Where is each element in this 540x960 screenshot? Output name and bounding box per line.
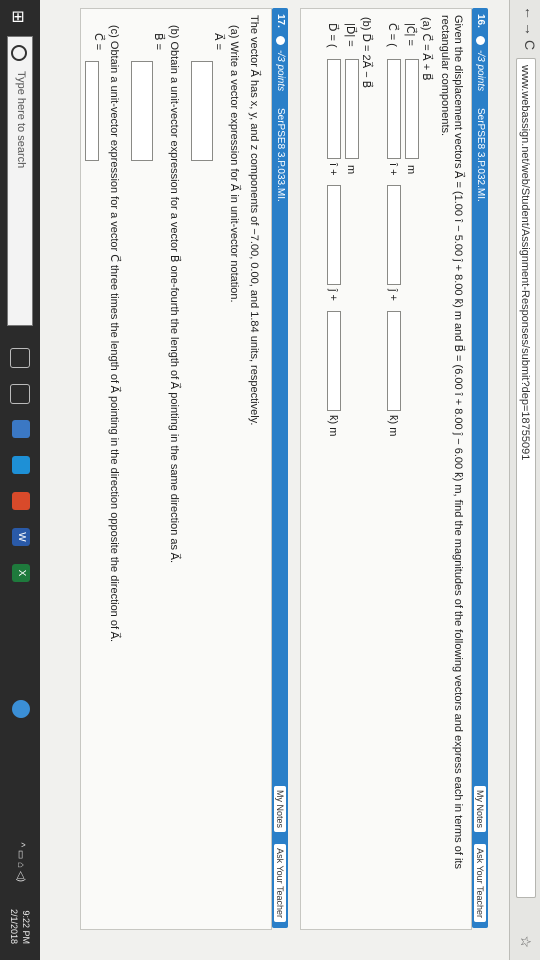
status-dot-icon	[276, 36, 285, 45]
c-k-input[interactable]	[387, 311, 401, 411]
k-m-label: k̂) m	[327, 415, 339, 437]
search-placeholder: Type here to search	[15, 71, 27, 169]
question-text: Given the displacement vectors A⃗ = (1.0…	[452, 15, 464, 869]
d-magnitude-input[interactable]	[345, 59, 359, 159]
clock-date: 2/1/2018	[9, 908, 19, 944]
taskbar-search[interactable]: Type here to search	[7, 36, 33, 326]
question-number: 16.	[475, 14, 486, 28]
question-16-header: 16. -/3 points SerPSE8 3.P.032.MI. My No…	[472, 8, 488, 928]
c-eq-label: C⃗ =	[92, 33, 104, 51]
store-icon[interactable]	[12, 456, 30, 474]
question-code: SerPSE8 3.P.033.MI.	[275, 108, 286, 202]
part-a-text: (a) Write a vector expression for A⃗ in …	[228, 25, 240, 303]
question-17-header: 17. -/3 points SerPSE8 3.P.033.MI. My No…	[272, 8, 288, 928]
c-vector-label: C⃗ = (	[386, 23, 398, 47]
part-c-text: (c) Obtain a unit-vector expression for …	[108, 25, 120, 643]
ask-teacher-button[interactable]: Ask Your Teacher	[274, 844, 286, 922]
ask-teacher-button[interactable]: Ask Your Teacher	[474, 844, 486, 922]
question-text: The vector A⃗ has x, y, and z components…	[248, 15, 260, 426]
part-b-label: (b) D⃗ = 2A⃗ − B⃗	[360, 17, 372, 89]
unit-label: m	[405, 165, 417, 175]
j-plus-label: ĵ +	[327, 289, 339, 301]
part-a-label: (a) C⃗ = A⃗ + B⃗	[420, 17, 432, 81]
d-k-input[interactable]	[327, 311, 341, 411]
chrome-icon[interactable]	[12, 492, 30, 510]
i-plus-label: î +	[387, 163, 399, 176]
part-b-text: (b) Obtain a unit-vector expression for …	[168, 25, 180, 564]
question-number: 17.	[275, 14, 286, 28]
address-bar[interactable]: www.webassign.net/web/Student/Assignment…	[516, 58, 536, 898]
system-tray[interactable]: ^ ▭ ⌂ ◁)	[15, 842, 26, 882]
points-label: -/3 points	[475, 50, 486, 92]
browser-toolbar: ← → C www.webassign.net/web/Student/Assi…	[509, 0, 540, 960]
word-icon[interactable]: W	[12, 528, 30, 546]
c-j-input[interactable]	[387, 185, 401, 285]
taskbar: ⊞ Type here to search W X ^ ▭ ⌂ ◁) 9:22 …	[0, 0, 40, 960]
a-eq-label: A⃗ =	[212, 33, 224, 51]
c-vector-input[interactable]	[85, 61, 99, 161]
a-vector-input[interactable]	[191, 61, 213, 161]
task-view-icon[interactable]	[10, 384, 30, 404]
question-text-cont: rectangular components.	[439, 15, 451, 137]
d-i-input[interactable]	[327, 59, 341, 159]
reload-icon[interactable]: C	[522, 40, 538, 50]
my-notes-button[interactable]: My Notes	[274, 785, 286, 832]
bookmark-star-icon[interactable]: ☆	[517, 935, 534, 948]
back-icon[interactable]: ←	[522, 6, 538, 20]
cortana-icon	[11, 45, 27, 61]
status-dot-icon	[476, 36, 485, 45]
question-17-body: The vector A⃗ has x, y, and z components…	[80, 8, 272, 930]
b-vector-input[interactable]	[131, 61, 153, 161]
question-code: SerPSE8 3.P.032.MI.	[475, 108, 486, 202]
i-plus-label: î +	[327, 163, 339, 176]
windows-start-icon[interactable]: ⊞	[8, 10, 28, 23]
clock[interactable]: 9:22 PM 2/1/2018	[8, 909, 32, 944]
c-magnitude-label: |C⃗| =	[404, 23, 416, 46]
my-notes-button[interactable]: My Notes	[474, 785, 486, 832]
c-magnitude-input[interactable]	[405, 59, 419, 159]
question-16-body: Given the displacement vectors A⃗ = (1.0…	[300, 8, 472, 930]
notification-app-icon[interactable]	[12, 700, 30, 718]
c-i-input[interactable]	[387, 59, 401, 159]
d-j-input[interactable]	[327, 185, 341, 285]
b-eq-label: B⃗ =	[152, 33, 164, 51]
points-label: -/3 points	[275, 50, 286, 92]
k-m-label: k̂) m	[387, 415, 399, 437]
d-vector-label: D⃗ = (	[326, 23, 338, 48]
microphone-icon[interactable]	[10, 348, 30, 368]
d-magnitude-label: |D⃗| =	[344, 23, 356, 47]
excel-icon[interactable]: X	[12, 564, 30, 582]
forward-icon[interactable]: →	[522, 22, 538, 36]
clock-time: 9:22 PM	[21, 910, 31, 944]
screen: ← → C www.webassign.net/web/Student/Assi…	[0, 0, 540, 960]
file-explorer-icon[interactable]	[12, 420, 30, 438]
unit-label: m	[345, 165, 357, 175]
j-plus-label: ĵ +	[387, 289, 399, 301]
